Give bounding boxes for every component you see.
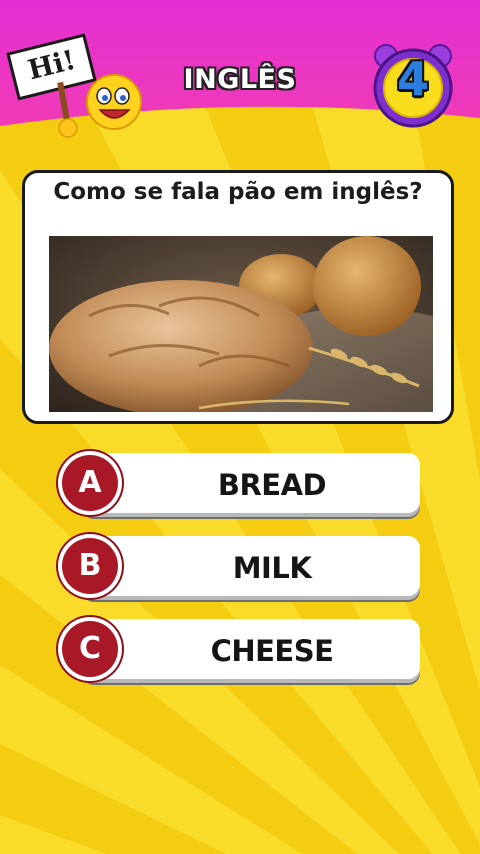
answer-option-c[interactable]: C CHEESE [58,617,422,681]
answer-option-a[interactable]: A BREAD [58,451,422,515]
answer-letter-badge: C [58,617,122,681]
question-card: Como se fala pão em inglês? [22,170,454,424]
answer-letter-badge: A [58,451,122,515]
countdown-number: 4 [396,52,429,106]
question-text: Como se fala pão em inglês? [53,179,423,205]
answer-letter-badge: B [58,534,122,598]
answer-label: CHEESE [210,634,334,668]
answer-label: BREAD [217,468,327,502]
answer-label: MILK [232,551,312,585]
bread-photo [49,236,433,412]
answer-option-b[interactable]: B MILK [58,534,422,598]
